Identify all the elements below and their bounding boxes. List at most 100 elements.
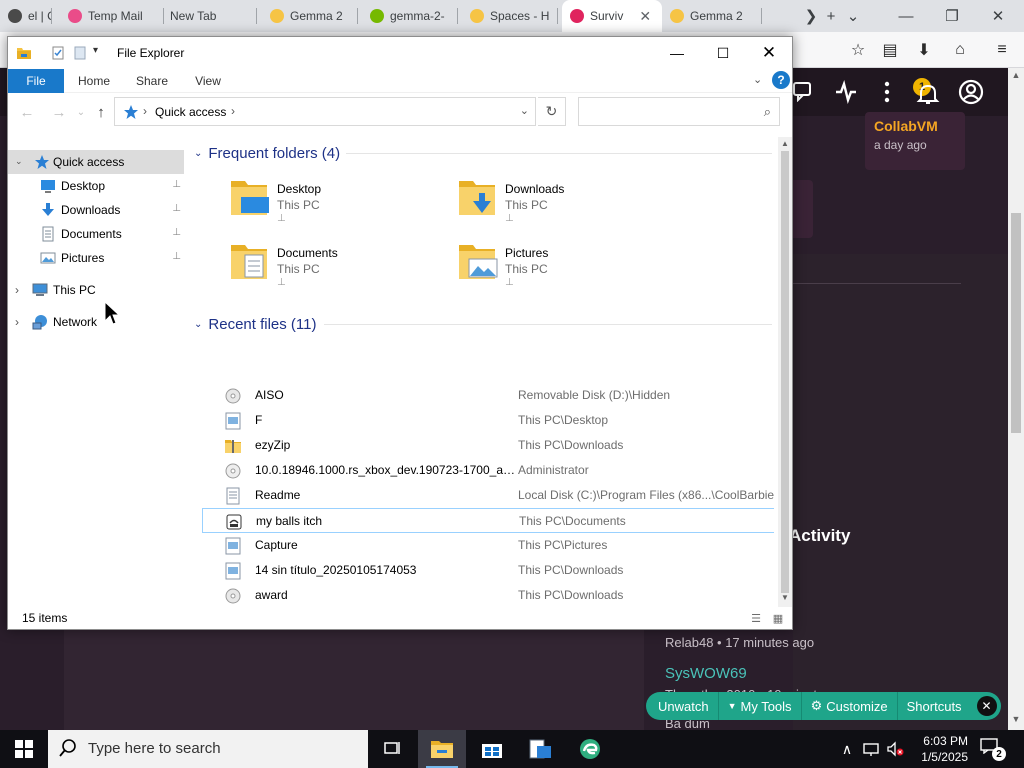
- up-button[interactable]: ↑: [90, 101, 112, 123]
- browser-minimize-button[interactable]: —: [886, 2, 926, 30]
- browser-restore-button[interactable]: ❐: [932, 2, 972, 30]
- list-item[interactable]: AISO Removable Disk (D:)\Hidden: [202, 383, 774, 408]
- breadcrumb-separator[interactable]: ›: [143, 104, 147, 118]
- tab-share[interactable]: Share: [128, 69, 176, 93]
- list-item[interactable]: Capture This PC\Pictures: [202, 533, 774, 558]
- customize-button[interactable]: ⚙ Customize: [800, 692, 897, 720]
- minimize-button[interactable]: —: [654, 37, 700, 69]
- activity-icon[interactable]: [834, 80, 858, 104]
- scroll-down-arrow[interactable]: ▼: [1008, 714, 1024, 728]
- feed-title-link[interactable]: SysWOW69: [665, 665, 747, 682]
- large-icons-view-icon[interactable]: ▦: [770, 610, 786, 626]
- customize-qat-icon[interactable]: ▾: [93, 45, 98, 56]
- search-input[interactable]: ⌕: [578, 97, 780, 126]
- browser-tab[interactable]: Temp Mail: [60, 0, 164, 32]
- recent-files-header[interactable]: ⌄ Recent files (11): [194, 312, 317, 336]
- browser-tab[interactable]: Gemma 2: [262, 0, 358, 32]
- task-view-button[interactable]: [368, 730, 416, 768]
- expand-ribbon-icon[interactable]: ⌄: [753, 73, 762, 86]
- start-button[interactable]: [0, 730, 48, 768]
- new-folder-icon[interactable]: [72, 45, 88, 61]
- address-dropdown-icon[interactable]: ⌄: [520, 104, 529, 117]
- close-icon[interactable]: ✕: [976, 696, 997, 716]
- content-scrollbar[interactable]: ▲ ▼: [778, 137, 792, 607]
- download-icon[interactable]: ⬇: [912, 38, 936, 62]
- scroll-up-arrow[interactable]: ▲: [778, 139, 792, 148]
- card-title[interactable]: CollabVM: [874, 118, 956, 134]
- store-taskbar-button[interactable]: [468, 730, 516, 768]
- scroll-thumb[interactable]: [1011, 213, 1021, 433]
- browser-tab[interactable]: Gemma 2: [662, 0, 762, 32]
- tab-home[interactable]: Home: [70, 69, 118, 93]
- sidebar-item-downloads[interactable]: Downloads ⊥: [8, 198, 184, 222]
- browser-tab[interactable]: el | Cr: [0, 0, 52, 32]
- expander-icon[interactable]: ›: [15, 315, 19, 329]
- browser-close-button[interactable]: ✕: [978, 2, 1018, 30]
- account-icon[interactable]: [958, 79, 984, 105]
- page-scrollbar[interactable]: ▲ ▼: [1008, 68, 1024, 730]
- refresh-button[interactable]: ↻: [538, 97, 566, 126]
- browser-tab[interactable]: Surviv ✕: [562, 0, 662, 32]
- list-item[interactable]: Readme Local Disk (C:)\Program Files (x86…: [202, 483, 774, 508]
- collapse-icon[interactable]: ⌄: [194, 319, 202, 330]
- scroll-thumb[interactable]: [781, 151, 789, 593]
- breadcrumb-separator[interactable]: ›: [231, 104, 235, 118]
- sidebar-item-network[interactable]: › Network: [8, 310, 184, 334]
- taskbar-search-box[interactable]: Type here to search: [48, 730, 368, 768]
- browser-tab[interactable]: New Tab: [162, 0, 257, 32]
- list-item[interactable]: 14 sin título_20250105174053 This PC\Down…: [202, 558, 774, 583]
- sidebar-item-pictures[interactable]: Pictures ⊥: [8, 246, 184, 270]
- file-explorer-taskbar-button[interactable]: [418, 730, 466, 768]
- sidebar-item-quick-access[interactable]: ⌄ Quick access: [8, 150, 184, 174]
- new-tab-button[interactable]: +: [820, 2, 842, 30]
- folder-tile-documents[interactable]: Documents This PC ⊥: [229, 241, 449, 301]
- collapse-icon[interactable]: ⌄: [194, 148, 202, 159]
- list-item[interactable]: my balls itch This PC\Documents: [202, 508, 774, 533]
- show-hidden-icons-icon[interactable]: ∧: [838, 740, 856, 758]
- folder-tile-pictures[interactable]: Pictures This PC ⊥: [457, 241, 677, 301]
- collabvm-card[interactable]: CollabVM a day ago: [865, 112, 965, 170]
- sidebar-item-documents[interactable]: Documents ⊥: [8, 222, 184, 246]
- tab-close-icon[interactable]: ✕: [639, 8, 651, 25]
- clock[interactable]: 6:03 PM 1/5/2025: [908, 733, 968, 765]
- shortcuts-button[interactable]: Shortcuts: [896, 692, 971, 720]
- list-item[interactable]: ezyZip This PC\Downloads: [202, 433, 774, 458]
- frequent-folders-header[interactable]: ⌄ Frequent folders (4): [194, 141, 340, 165]
- action-center-button[interactable]: 2: [980, 738, 1006, 761]
- my-tools-button[interactable]: ▼ My Tools: [717, 692, 801, 720]
- scroll-tabs-icon[interactable]: ❯: [800, 2, 822, 30]
- ie-taskbar-button[interactable]: [516, 730, 564, 768]
- back-button[interactable]: ←: [16, 101, 38, 123]
- scroll-up-arrow[interactable]: ▲: [1008, 70, 1024, 84]
- recent-locations-button[interactable]: ⌄: [70, 101, 92, 123]
- forward-button[interactable]: →: [48, 101, 70, 123]
- library-icon[interactable]: ▤: [878, 38, 902, 62]
- star-icon[interactable]: ☆: [846, 38, 870, 62]
- tab-view[interactable]: View: [184, 69, 232, 93]
- bell-icon[interactable]: [916, 82, 940, 106]
- edge-taskbar-button[interactable]: [566, 730, 614, 768]
- more-icon[interactable]: [880, 80, 894, 104]
- network-icon[interactable]: [862, 740, 880, 758]
- list-item[interactable]: award This PC\Downloads: [202, 583, 774, 607]
- title-bar[interactable]: ▾ File Explorer — ☐ ✕: [8, 37, 792, 69]
- tab-file[interactable]: File: [8, 69, 64, 93]
- browser-tab[interactable]: gemma-2-: [362, 0, 458, 32]
- list-item[interactable]: F This PC\Desktop: [202, 408, 774, 433]
- breadcrumb-quick-access[interactable]: Quick access: [155, 105, 226, 119]
- address-bar[interactable]: › Quick access › ⌄: [114, 97, 536, 126]
- home-icon[interactable]: ⌂: [948, 38, 972, 62]
- folder-tile-downloads[interactable]: Downloads This PC ⊥: [457, 177, 677, 237]
- expander-icon[interactable]: ›: [15, 283, 19, 297]
- properties-icon[interactable]: [50, 45, 66, 61]
- folder-tile-desktop[interactable]: Desktop This PC ⊥: [229, 177, 449, 237]
- expander-icon[interactable]: ⌄: [15, 156, 23, 167]
- list-all-tabs-icon[interactable]: ⌄: [842, 2, 864, 30]
- menu-icon[interactable]: ≡: [990, 38, 1014, 62]
- browser-tab[interactable]: Spaces - H: [462, 0, 558, 32]
- maximize-button[interactable]: ☐: [700, 37, 746, 69]
- volume-icon[interactable]: [886, 740, 904, 758]
- sidebar-item-this-pc[interactable]: › This PC: [8, 278, 184, 302]
- chat-icon[interactable]: [792, 80, 814, 102]
- scroll-down-arrow[interactable]: ▼: [778, 593, 792, 602]
